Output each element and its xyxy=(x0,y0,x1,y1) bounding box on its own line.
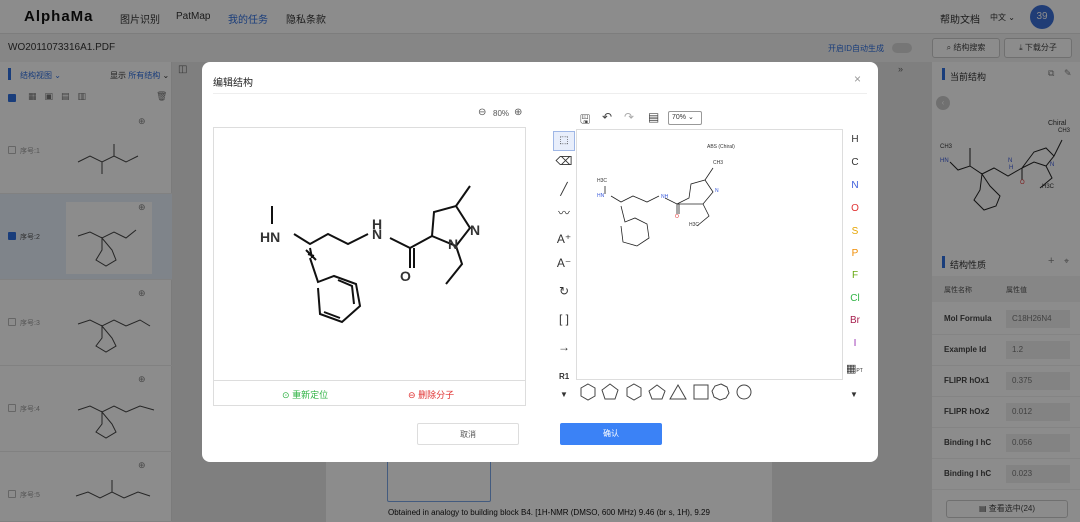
canvas-divider xyxy=(214,380,525,381)
delete-molecule-button[interactable]: ⊖ 删除分子 xyxy=(408,388,454,401)
bracket-tool[interactable]: [ ] xyxy=(553,312,575,330)
delete-molecule-label: 删除分子 xyxy=(418,390,455,400)
small-ch3-ring-label: CH3 xyxy=(713,160,724,166)
element-p[interactable]: P xyxy=(848,248,862,259)
element-symbol: H xyxy=(851,134,859,145)
locate-icon: ⊙ xyxy=(282,390,290,400)
element-symbol: C xyxy=(851,157,859,168)
element-h[interactable]: H xyxy=(848,134,862,145)
eraser-tool[interactable]: ⌫ xyxy=(553,154,575,172)
rgroup-tool[interactable]: R1 xyxy=(559,372,569,381)
element-i[interactable]: I xyxy=(848,338,862,349)
element-s[interactable]: S xyxy=(848,226,862,237)
atom-o: O xyxy=(400,268,411,284)
periodic-table-icon[interactable]: ▦PT xyxy=(846,362,863,375)
original-structure-drawing xyxy=(271,185,472,324)
relocate-button[interactable]: ⊙ 重新定位 xyxy=(282,388,328,401)
atom-n-ring1: N xyxy=(448,236,459,252)
small-n-label: N xyxy=(715,188,719,194)
element-symbol: Cl xyxy=(850,293,860,304)
element-symbol: N xyxy=(851,180,859,191)
element-cl[interactable]: Cl xyxy=(848,293,862,304)
element-symbol: S xyxy=(851,226,859,237)
more-elements-icon[interactable]: ▼ xyxy=(850,390,858,399)
minus-circle-icon: ⊖ xyxy=(408,390,416,400)
atom-hn: HN xyxy=(260,229,281,245)
original-structure-canvas: HN N H O N N ⊙ 重新定位 ⊖ 删除分子 xyxy=(213,127,526,406)
undo-icon[interactable]: ↶ xyxy=(602,110,612,124)
editor-zoom-value: 70% xyxy=(672,114,687,121)
confirm-button[interactable]: 确认 xyxy=(560,423,662,445)
small-ch3-label: H3C xyxy=(597,178,608,184)
modal-title: 编辑结构 xyxy=(213,78,253,89)
element-symbol: P xyxy=(851,248,859,259)
arrow-tool[interactable]: → xyxy=(553,340,575,358)
element-symbol: Br xyxy=(850,315,860,326)
ring-templates[interactable] xyxy=(578,382,758,402)
cancel-button[interactable]: 取消 xyxy=(417,423,519,445)
select-tool[interactable]: ⬚ xyxy=(553,131,575,151)
zoom-in-icon[interactable]: ⊕ xyxy=(514,107,522,118)
small-hn-label: HN xyxy=(597,193,605,199)
small-h3c-label: H3C xyxy=(689,222,700,228)
edited-structure-drawing xyxy=(604,167,714,247)
small-nh-label: NH xyxy=(661,194,669,200)
zoom-level: 80% xyxy=(493,109,510,118)
save-icon[interactable]: 🖫 xyxy=(580,110,590,131)
atom-n-ring2: N xyxy=(470,222,481,238)
element-c[interactable]: C xyxy=(848,157,862,168)
charge-minus-tool[interactable]: A⁻ xyxy=(553,256,575,274)
close-icon[interactable]: × xyxy=(854,72,861,86)
atom-h-amide: H xyxy=(372,216,383,232)
small-o-label: O xyxy=(675,214,679,220)
clipboard-icon[interactable]: ▤ xyxy=(648,110,659,124)
charge-plus-tool[interactable]: A⁺ xyxy=(553,232,575,250)
element-n[interactable]: N xyxy=(848,180,862,191)
redo-icon[interactable]: ↷ xyxy=(624,110,634,124)
rotate-tool[interactable]: ↻ xyxy=(553,284,575,302)
more-tools-icon[interactable]: ▼ xyxy=(560,390,568,399)
chain-tool[interactable]: 〰 xyxy=(553,204,575,222)
structure-editor-canvas[interactable]: ABS (Chiral) H3C HN NH O CH3 N H3C xyxy=(576,129,843,380)
editor-zoom-select[interactable]: 70% ⌄ xyxy=(668,111,702,125)
element-symbol: I xyxy=(853,338,857,349)
zoom-out-icon[interactable]: ⊖ xyxy=(478,107,486,118)
element-symbol: O xyxy=(851,203,859,214)
relocate-label: 重新定位 xyxy=(292,390,329,400)
bond-tool[interactable]: ╱ xyxy=(553,182,575,200)
title-divider xyxy=(213,93,867,94)
pt-label: PT xyxy=(856,368,863,374)
element-f[interactable]: F xyxy=(848,270,862,281)
element-o[interactable]: O xyxy=(848,203,862,214)
element-br[interactable]: Br xyxy=(848,315,862,326)
edit-structure-modal: 编辑结构 × ⊖ 80% ⊕ HN N H O N N ⊙ 重新定位 ⊖ 删除分… xyxy=(202,62,878,462)
element-symbol: F xyxy=(851,270,859,281)
